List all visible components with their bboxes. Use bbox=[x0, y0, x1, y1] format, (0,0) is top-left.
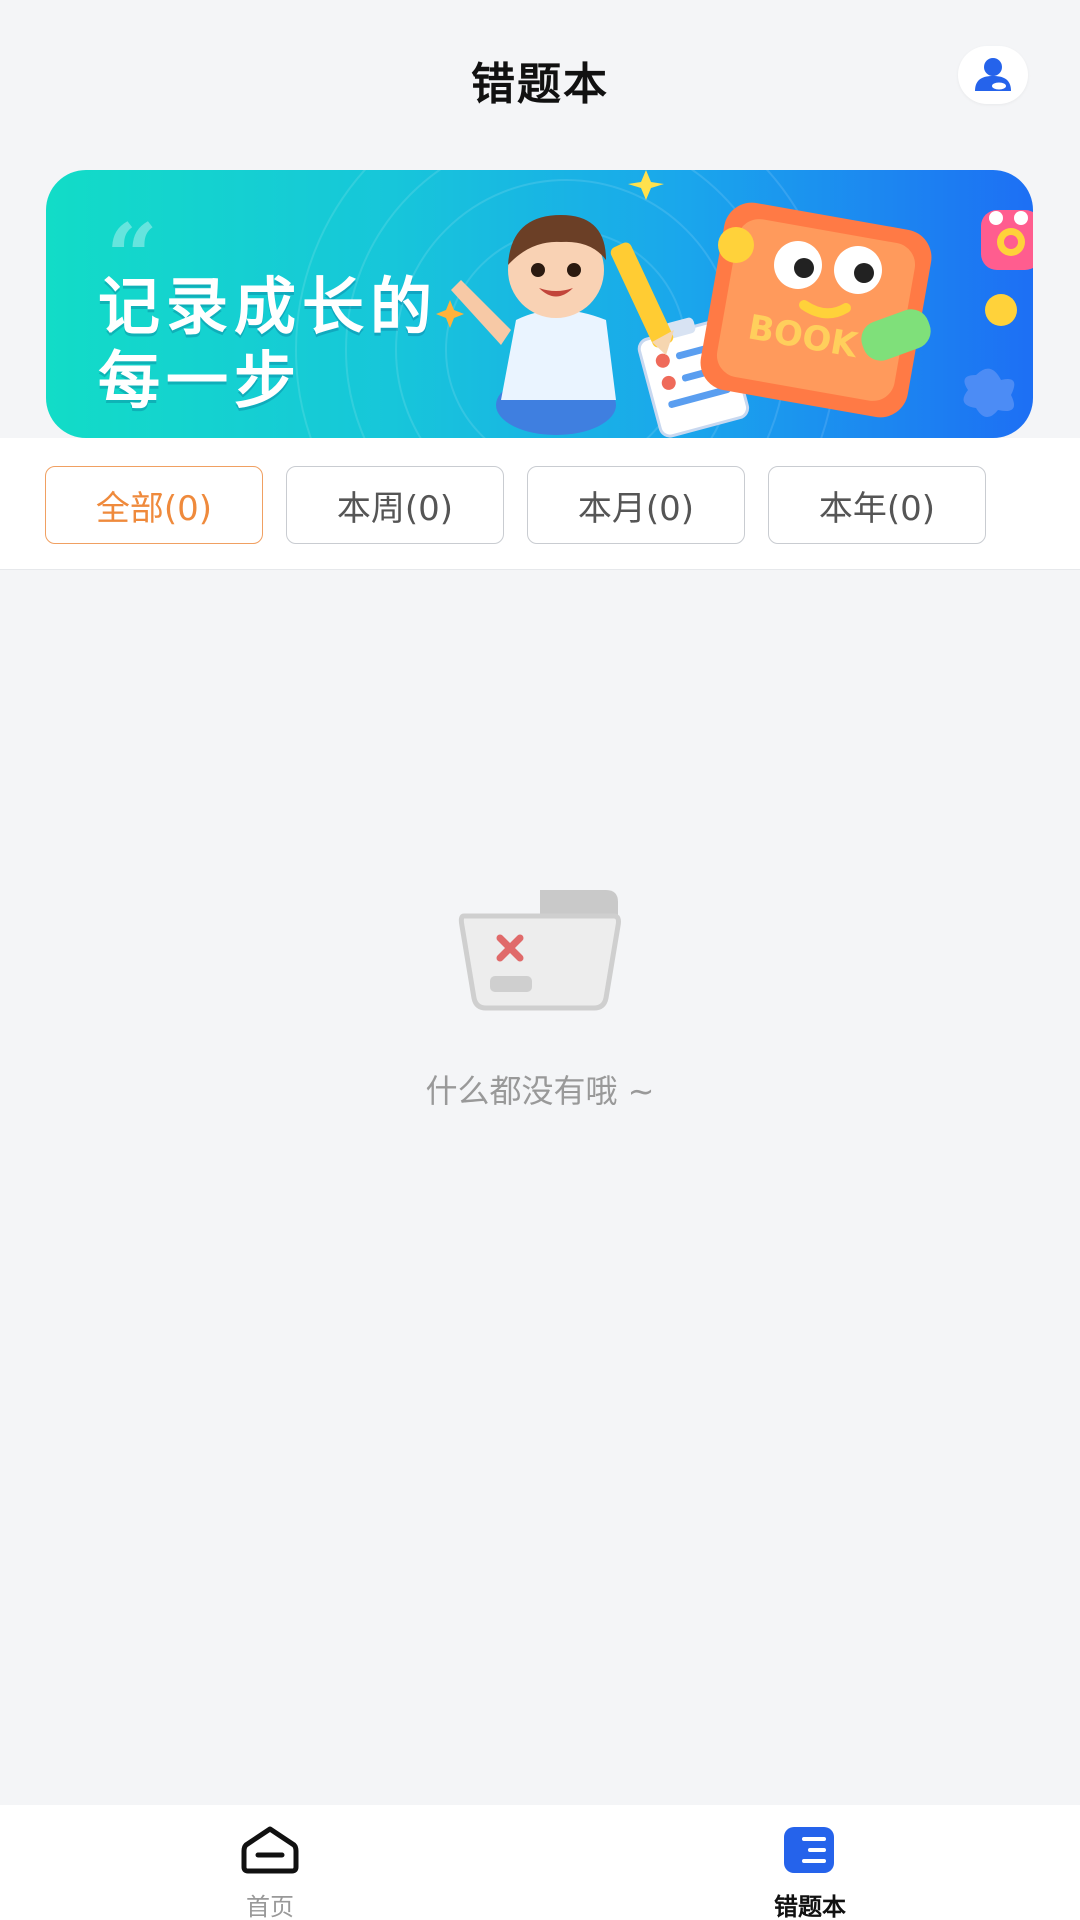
header: 错题本 bbox=[0, 0, 1080, 150]
star-icon bbox=[436, 300, 464, 328]
filter-bar: 全部(0) 本周(0) 本月(0) 本年(0) bbox=[0, 438, 1080, 570]
bottom-nav: 首页 错题本 bbox=[0, 1805, 1080, 1920]
camera-creature bbox=[981, 210, 1033, 270]
home-icon bbox=[241, 1826, 299, 1874]
empty-folder-icon bbox=[458, 890, 621, 1011]
filter-tab-year[interactable]: 本年(0) bbox=[768, 466, 986, 544]
star-icon bbox=[628, 170, 664, 200]
nav-item-notebook[interactable]: 错题本 bbox=[690, 1805, 930, 1920]
filter-tab-month[interactable]: 本月(0) bbox=[527, 466, 745, 544]
banner-headline-line2: 每一步 bbox=[98, 344, 303, 417]
empty-state-text: 什么都没有哦 ~ bbox=[425, 1072, 655, 1110]
profile-button[interactable] bbox=[958, 46, 1028, 104]
nav-label-notebook: 错题本 bbox=[774, 1893, 846, 1920]
filter-tab-week[interactable]: 本周(0) bbox=[286, 466, 504, 544]
flower-icon bbox=[963, 368, 1015, 418]
notebook-icon bbox=[784, 1827, 834, 1873]
promo-banner[interactable]: BOOK “ 记录成长的 每一步 bbox=[46, 170, 1033, 438]
nav-label-home: 首页 bbox=[246, 1893, 294, 1920]
boy-character bbox=[451, 215, 616, 435]
page-title: 错题本 bbox=[471, 59, 609, 110]
user-icon bbox=[975, 58, 1011, 91]
nav-item-home[interactable]: 首页 bbox=[150, 1805, 390, 1920]
filter-tab-all[interactable]: 全部(0) bbox=[45, 466, 263, 544]
